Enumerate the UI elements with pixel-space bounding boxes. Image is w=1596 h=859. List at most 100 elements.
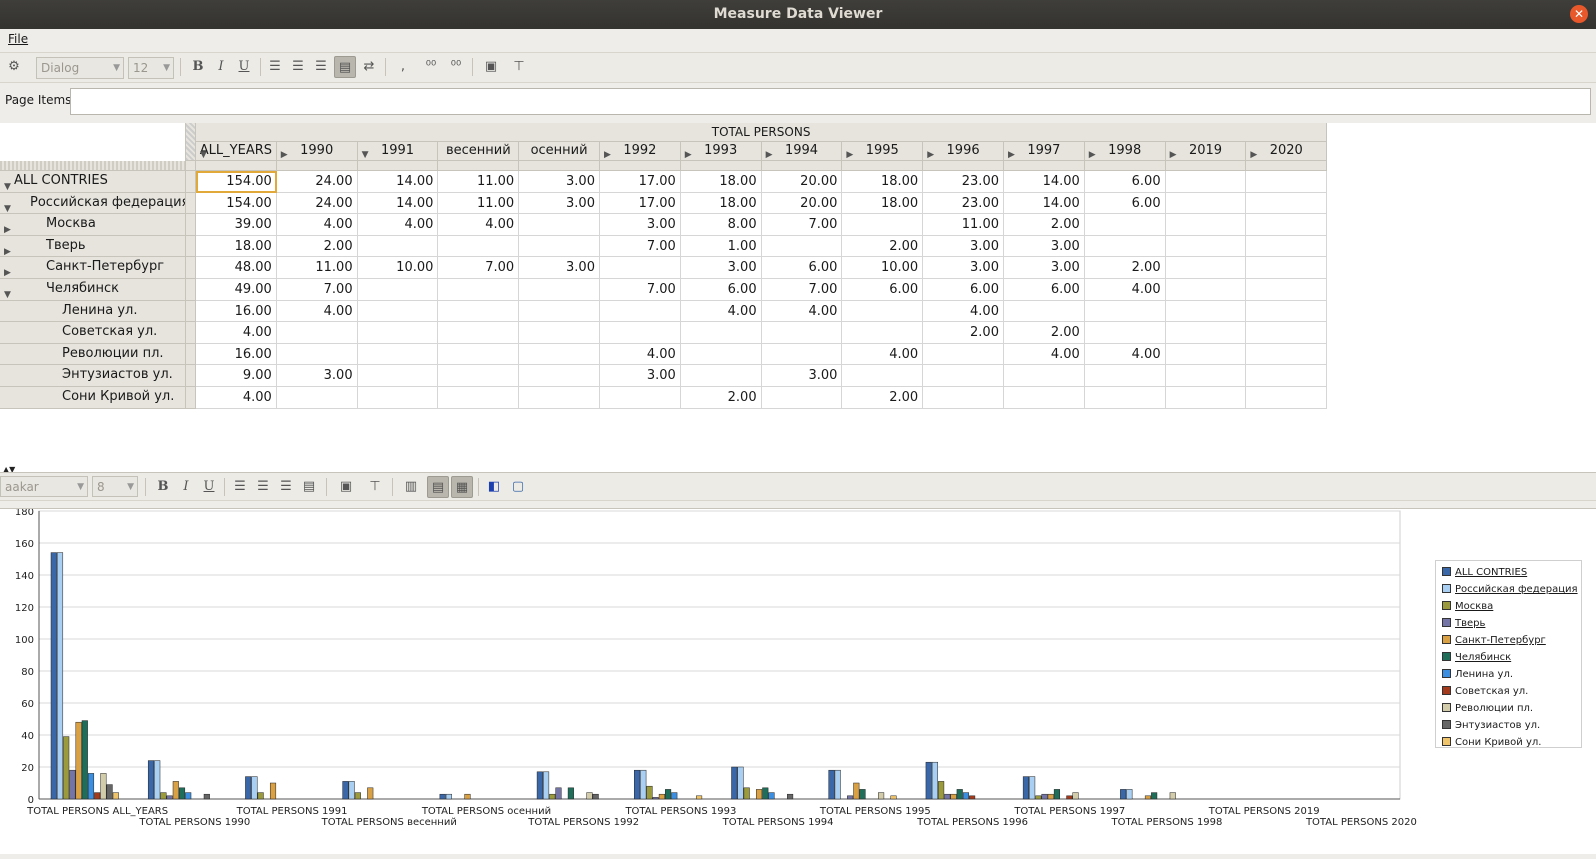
row-header[interactable]: ▼ Челябинск <box>0 279 186 301</box>
expand-arrow-icon[interactable]: ▶ <box>4 263 11 278</box>
row-header[interactable]: ▶ Тверь <box>0 235 186 258</box>
data-cell[interactable]: 16.00 <box>196 300 277 323</box>
align-right-icon[interactable]: ☰ <box>311 56 331 78</box>
page-setup-icon[interactable]: ⚙ <box>3 56 25 78</box>
data-cell[interactable] <box>276 322 358 344</box>
data-cell[interactable]: 11.00 <box>276 257 358 279</box>
data-cell[interactable] <box>1084 365 1166 387</box>
bold-button[interactable]: B <box>188 56 208 78</box>
data-cell[interactable]: 3.00 <box>761 365 843 387</box>
collapse-arrow-icon[interactable]: ▼ <box>4 177 11 192</box>
data-cell[interactable]: 4.00 <box>1084 279 1166 301</box>
data-cell[interactable]: 24.00 <box>276 171 358 193</box>
data-cell[interactable] <box>519 235 600 258</box>
data-cell[interactable] <box>1246 257 1328 279</box>
data-cell[interactable] <box>1084 214 1166 236</box>
data-cell[interactable] <box>923 387 1004 409</box>
data-cell[interactable]: 2.00 <box>1084 257 1166 279</box>
data-cell[interactable]: 18.00 <box>196 235 277 258</box>
data-cell[interactable] <box>519 322 600 344</box>
data-cell[interactable] <box>1165 214 1247 236</box>
data-cell[interactable]: 154.00 <box>196 192 277 215</box>
data-cell[interactable]: 4.00 <box>276 214 358 236</box>
data-cell[interactable]: 2.00 <box>1004 214 1085 236</box>
data-cell[interactable] <box>357 322 439 344</box>
data-cell[interactable] <box>1084 235 1166 258</box>
legend-item[interactable]: Советская ул. <box>1442 685 1528 699</box>
legend-item[interactable]: Ленина ул. <box>1442 668 1513 682</box>
data-cell[interactable] <box>1165 279 1247 301</box>
data-cell[interactable]: 10.00 <box>842 257 924 279</box>
data-cell[interactable]: 11.00 <box>438 192 520 215</box>
data-cell[interactable] <box>1246 279 1328 301</box>
data-cell[interactable]: 6.00 <box>1004 279 1085 301</box>
data-cell[interactable]: 7.00 <box>761 279 843 301</box>
column-header[interactable]: ▶ 1994 <box>761 142 843 161</box>
data-cell[interactable] <box>276 387 358 409</box>
data-cell[interactable] <box>842 322 924 344</box>
data-cell[interactable]: 4.00 <box>842 343 924 366</box>
expand-arrow-icon[interactable]: ▶ <box>1008 146 1015 160</box>
data-cell[interactable]: 18.00 <box>680 171 762 193</box>
data-cell[interactable]: 23.00 <box>923 171 1004 193</box>
legend-item[interactable]: Энтузиастов ул. <box>1442 719 1540 733</box>
data-cell[interactable] <box>1246 214 1328 236</box>
data-cell[interactable] <box>519 300 600 323</box>
data-cell[interactable] <box>519 214 600 236</box>
column-header[interactable]: ▶ 2019 <box>1165 142 1247 161</box>
legend-item[interactable]: Челябинск <box>1442 651 1511 665</box>
data-cell[interactable]: 49.00 <box>196 279 277 301</box>
data-cell[interactable]: 4.00 <box>1084 343 1166 366</box>
data-cell[interactable] <box>842 300 924 323</box>
data-cell[interactable] <box>600 257 681 279</box>
underline-button[interactable]: U <box>234 56 254 78</box>
data-cell[interactable]: 4.00 <box>276 300 358 323</box>
data-cell[interactable]: 154.00 <box>196 171 277 193</box>
chart-font-size-combo[interactable]: 8 ▼ <box>92 476 138 497</box>
data-cell[interactable]: 3.00 <box>1004 235 1085 258</box>
column-handle[interactable] <box>186 142 196 161</box>
data-cell[interactable] <box>1246 235 1328 258</box>
gradient-icon[interactable]: ◧ <box>483 476 505 498</box>
data-cell[interactable] <box>438 387 520 409</box>
data-cell[interactable]: 8.00 <box>680 214 762 236</box>
data-cell[interactable] <box>276 343 358 366</box>
collapse-arrow-icon[interactable]: ▼ <box>200 146 207 160</box>
data-cell[interactable]: 3.00 <box>519 192 600 215</box>
data-cell[interactable]: 4.00 <box>923 300 1004 323</box>
column-header[interactable]: ▶ 1993 <box>680 142 762 161</box>
data-cell[interactable] <box>357 235 439 258</box>
column-header[interactable]: ▶ 1996 <box>923 142 1004 161</box>
expand-arrow-icon[interactable]: ▶ <box>766 146 773 160</box>
legend-item[interactable]: Революции пл. <box>1442 702 1533 716</box>
column-header[interactable]: ▶ 1998 <box>1084 142 1166 161</box>
data-cell[interactable] <box>438 235 520 258</box>
data-cell[interactable]: 3.00 <box>923 257 1004 279</box>
row-handle[interactable] <box>186 300 196 323</box>
data-cell[interactable] <box>1165 171 1247 193</box>
row-header[interactable]: Энтузиастов ул. <box>0 365 186 387</box>
legend-toggle-icon[interactable]: ▤ <box>427 476 449 498</box>
data-cell[interactable]: 6.00 <box>842 279 924 301</box>
data-cell[interactable]: 3.00 <box>1004 257 1085 279</box>
italic-button[interactable]: I <box>211 56 231 78</box>
chart-align-left-icon[interactable]: ☰ <box>230 476 250 498</box>
data-cell[interactable] <box>1246 365 1328 387</box>
data-cell[interactable]: 4.00 <box>1004 343 1085 366</box>
align-center-icon[interactable]: ☰ <box>288 56 308 78</box>
data-cell[interactable] <box>1246 387 1328 409</box>
data-cell[interactable] <box>1165 235 1247 258</box>
chart-type-icon[interactable]: ▥ <box>398 476 424 498</box>
decimal-increase-icon[interactable]: ⁰⁰ <box>420 56 442 78</box>
data-cell[interactable]: 10.00 <box>357 257 439 279</box>
expand-arrow-icon[interactable]: ▶ <box>4 220 11 235</box>
data-cell[interactable]: 20.00 <box>761 192 843 215</box>
data-cell[interactable] <box>519 365 600 387</box>
data-cell[interactable] <box>1165 322 1247 344</box>
data-cell[interactable] <box>1004 300 1085 323</box>
data-cell[interactable]: 7.00 <box>600 279 681 301</box>
thousands-separator-icon[interactable]: , <box>392 56 414 78</box>
column-header[interactable]: ▼ ALL_YEARS <box>196 142 277 161</box>
data-cell[interactable] <box>438 279 520 301</box>
row-header[interactable]: Революции пл. <box>0 343 186 366</box>
